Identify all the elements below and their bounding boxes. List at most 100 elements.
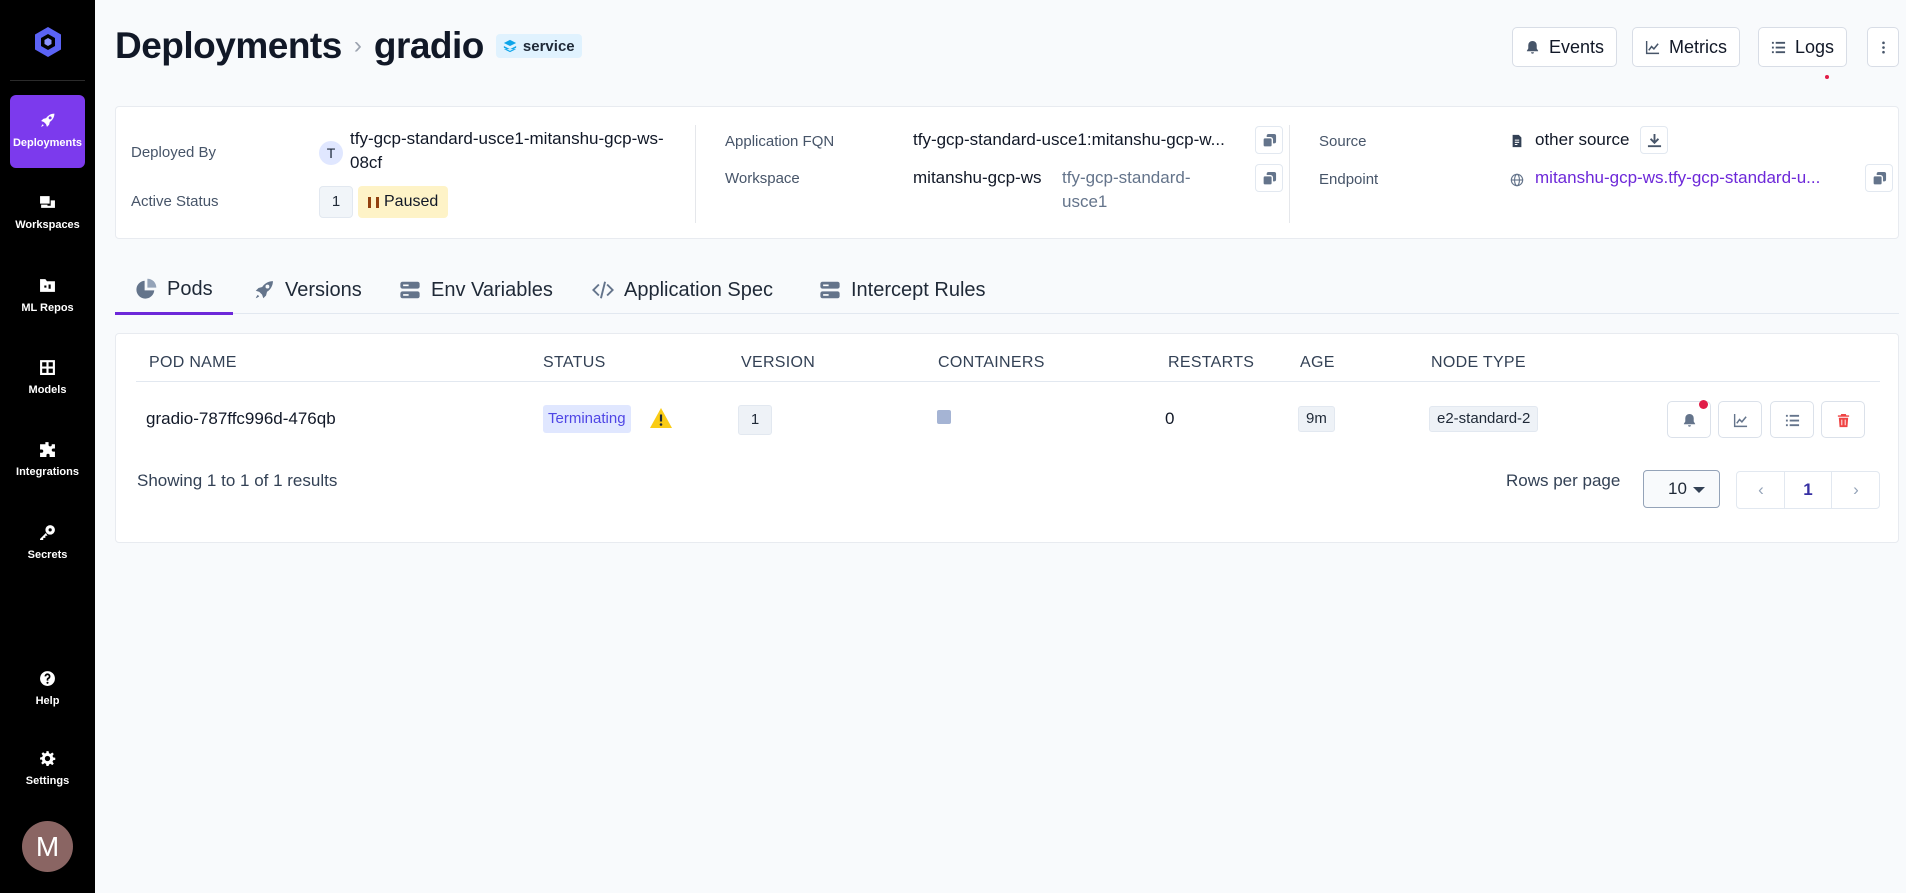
sidebar-item-label: Workspaces <box>15 219 80 231</box>
active-status-label: Active Status <box>131 193 219 210</box>
sidebar-divider <box>10 80 85 81</box>
events-button[interactable]: Events <box>1512 27 1618 67</box>
pod-delete-button[interactable] <box>1821 401 1865 438</box>
events-button-label: Events <box>1549 36 1605 57</box>
code-icon <box>592 281 614 299</box>
deployed-by-label: Deployed By <box>131 144 217 161</box>
copy-endpoint-button[interactable] <box>1865 164 1893 192</box>
sidebar-item-ml-repos[interactable]: ML Repos <box>10 260 85 333</box>
pods-table-card: POD NAME STATUS VERSION CONTAINERS RESTA… <box>115 333 1899 543</box>
fqn-value: tfy-gcp-standard-usce1:mitanshu-gcp-w... <box>913 130 1225 149</box>
sidebar-item-label: Integrations <box>16 466 79 478</box>
sidebar-item-label: Settings <box>25 775 70 787</box>
more-options-button[interactable] <box>1867 27 1899 67</box>
source-value: other source <box>1535 130 1630 149</box>
sidebar-item-label: ML Repos <box>21 302 74 314</box>
file-icon <box>1512 134 1522 148</box>
deployed-by-value: tfy-gcp-standard-usce1-mitanshu-gcp-ws-0… <box>350 129 664 172</box>
pod-logs-button[interactable] <box>1770 401 1814 438</box>
sidebar-item-workspaces[interactable]: Workspaces <box>10 177 85 250</box>
tab-versions[interactable]: Versions <box>253 266 362 314</box>
tab-label: Versions <box>285 278 362 301</box>
column-header-status: STATUS <box>543 354 606 371</box>
pie-icon <box>136 278 157 299</box>
status-badge: Terminating <box>543 405 631 433</box>
sidebar-item-label: Deployments <box>12 137 83 149</box>
chart-line-icon <box>1733 413 1748 428</box>
pause-icon <box>368 196 379 208</box>
gear-icon <box>40 751 56 766</box>
truefoundry-logo[interactable] <box>32 26 64 58</box>
workspace-label: Workspace <box>725 170 800 187</box>
version-badge[interactable]: 1 <box>738 405 772 435</box>
rows-per-page-label: Rows per page <box>1506 471 1621 490</box>
grid-icon <box>40 360 55 375</box>
deployer-avatar: T <box>319 141 343 165</box>
globe-icon <box>1510 173 1524 187</box>
deployment-info-card: Deployed By T tfy-gcp-standard-usce1-mit… <box>115 106 1899 239</box>
server-icon <box>820 281 840 299</box>
copy-icon <box>1262 171 1277 186</box>
key-icon <box>40 525 55 540</box>
tab-env-variables[interactable]: Env Variables <box>399 266 553 314</box>
logs-button[interactable]: Logs <box>1758 27 1848 67</box>
endpoint-link[interactable]: mitanshu-gcp-ws.tfy-gcp-standard-u... <box>1535 166 1847 190</box>
sidebar-item-settings[interactable]: Settings <box>10 733 85 806</box>
copy-icon <box>1262 133 1277 148</box>
restarts-cell: 0 <box>1165 409 1175 428</box>
sidebar-item-label: Help <box>35 695 60 707</box>
rows-per-page-select[interactable]: 10 <box>1643 470 1720 508</box>
help-icon <box>40 671 55 686</box>
copy-fqn-button[interactable] <box>1255 126 1283 154</box>
container-status-indicator[interactable] <box>937 410 951 424</box>
source-label: Source <box>1319 133 1367 150</box>
column-header-containers: CONTAINERS <box>938 354 1045 371</box>
folder-icon <box>40 279 55 292</box>
tab-label: Intercept Rules <box>851 278 986 301</box>
sidebar-item-deployments[interactable]: Deployments <box>10 95 85 168</box>
pagination: ‹ 1 › <box>1736 471 1880 509</box>
download-source-button[interactable] <box>1640 126 1668 154</box>
info-divider <box>1289 125 1290 223</box>
copy-workspace-button[interactable] <box>1255 164 1283 192</box>
sidebar-item-models[interactable]: Models <box>10 342 85 415</box>
sidebar-item-secrets[interactable]: Secrets <box>10 507 85 580</box>
column-header-node-type: NODE TYPE <box>1431 354 1526 371</box>
active-status-count: 1 <box>319 186 353 218</box>
list-icon <box>1785 414 1800 427</box>
rocket-icon <box>255 281 273 299</box>
warning-icon[interactable] <box>649 407 673 429</box>
sidebar-item-label: Models <box>28 384 67 396</box>
page-number-button[interactable]: 1 <box>1784 472 1832 508</box>
next-page-button[interactable]: › <box>1832 472 1880 508</box>
chevron-down-icon <box>1693 487 1705 493</box>
pod-events-button[interactable] <box>1667 400 1711 438</box>
puzzle-icon <box>40 442 55 457</box>
download-icon <box>1647 133 1662 148</box>
info-divider <box>695 125 696 223</box>
table-header-divider <box>136 381 1880 382</box>
column-header-version: VERSION <box>741 354 816 371</box>
tab-application-spec[interactable]: Application Spec <box>592 266 773 314</box>
events-alert-dot <box>1699 400 1708 409</box>
fqn-label: Application FQN <box>725 133 835 150</box>
chart-line-icon <box>1645 40 1660 54</box>
pod-name-cell[interactable]: gradio-787ffc996d-476qb <box>146 409 336 429</box>
breadcrumb-deployments[interactable]: Deployments <box>115 25 342 67</box>
metrics-button[interactable]: Metrics <box>1632 27 1740 67</box>
user-avatar[interactable]: M <box>22 821 73 872</box>
prev-page-button[interactable]: ‹ <box>1737 472 1785 508</box>
tab-intercept-rules[interactable]: Intercept Rules <box>819 266 986 314</box>
sidebar-item-help[interactable]: Help <box>10 653 85 726</box>
pod-metrics-button[interactable] <box>1718 401 1762 438</box>
tab-bar: Pods Versions Env Variables Application … <box>115 266 1899 315</box>
endpoint-label: Endpoint <box>1319 171 1379 188</box>
sidebar-item-label: Secrets <box>27 549 68 561</box>
sidebar-item-integrations[interactable]: Integrations <box>10 424 85 497</box>
tab-label: Pods <box>167 277 213 300</box>
logs-button-label: Logs <box>1795 36 1835 57</box>
server-icon <box>400 281 420 299</box>
workspace-name[interactable]: mitanshu-gcp-ws <box>913 166 1043 190</box>
workspace-cluster-link[interactable]: tfy-gcp-standard-usce1 <box>1062 166 1232 214</box>
tab-pods[interactable]: Pods <box>115 266 233 315</box>
